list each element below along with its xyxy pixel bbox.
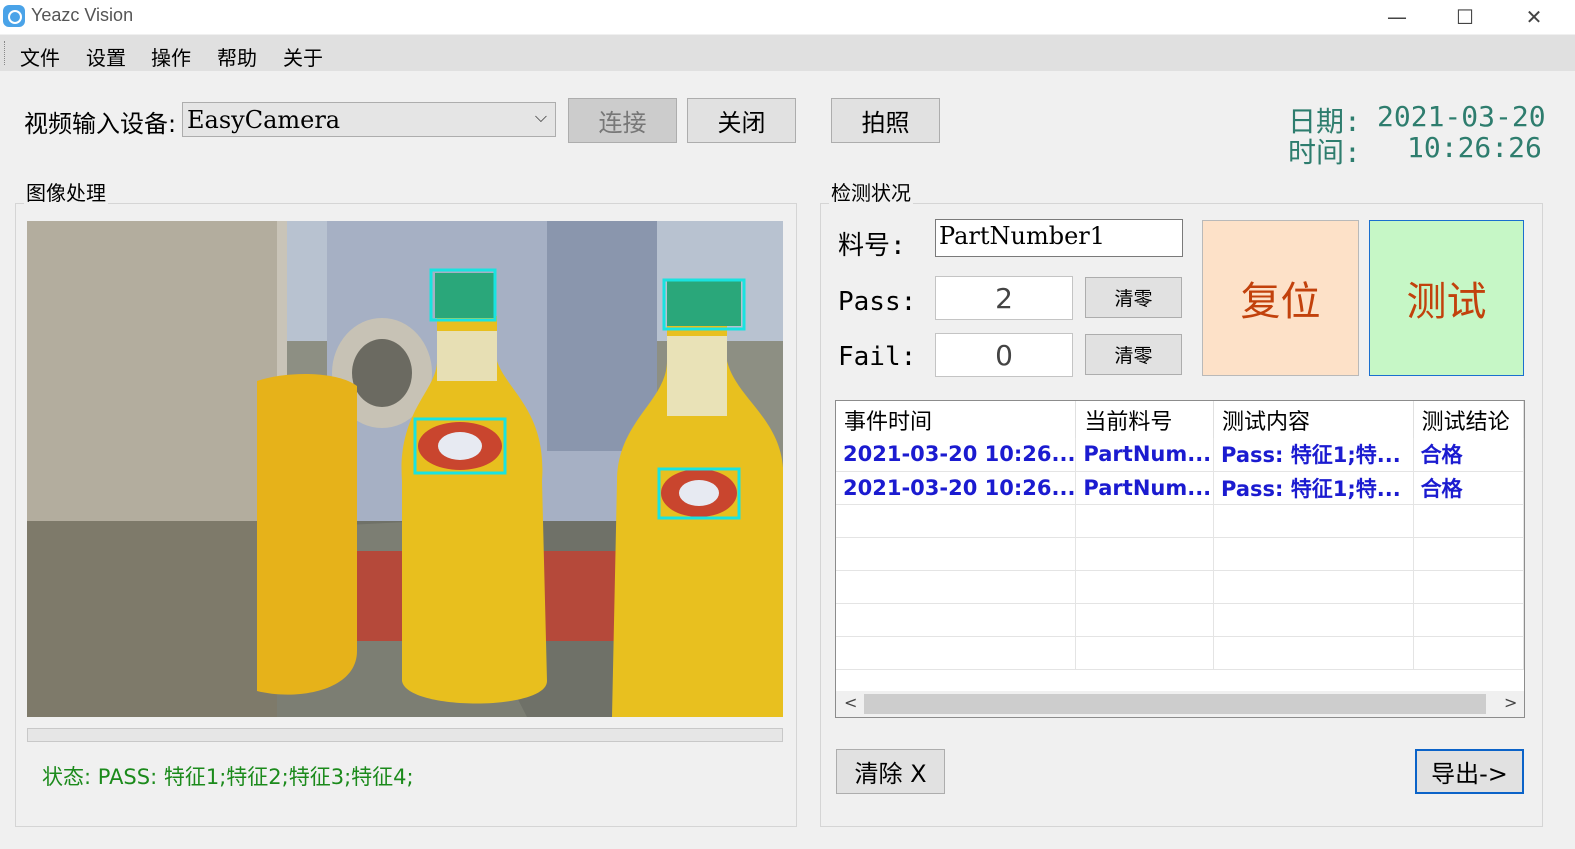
maximize-button[interactable]: ☐ <box>1431 0 1499 34</box>
menu-about[interactable]: 关于 <box>283 42 323 71</box>
empty-row <box>836 504 1524 538</box>
column-header-content[interactable]: 测试内容 <box>1213 401 1414 438</box>
cell-time: 2021-03-20 10:26... <box>836 438 1077 472</box>
cell-time: 2021-03-20 10:26... <box>836 471 1077 505</box>
fail-zero-button[interactable]: 清零 <box>1085 334 1182 375</box>
pass-label: Pass: <box>838 287 917 317</box>
empty-row <box>836 537 1524 571</box>
menu-settings[interactable]: 设置 <box>86 42 126 71</box>
video-device-select[interactable]: EasyCamera ⌵ <box>182 102 556 137</box>
results-grid: 事件时间 当前料号 测试内容 测试结论 2021-03-20 10:26... … <box>835 400 1525 718</box>
empty-row <box>836 636 1524 670</box>
menu-help[interactable]: 帮助 <box>217 42 257 71</box>
part-number-value: PartNumber1 <box>939 222 1106 250</box>
menu-bar: 文件 设置 操作 帮助 关于 <box>0 35 1575 71</box>
pass-zero-button[interactable]: 清零 <box>1085 277 1182 318</box>
status-text: 状态: PASS: 特征1;特征2;特征3;特征4; <box>42 765 414 789</box>
close-camera-button[interactable]: 关闭 <box>687 98 796 143</box>
time-label: 时间: <box>1288 136 1361 169</box>
window-title: Yeazc Vision <box>31 5 134 25</box>
connect-button[interactable]: 连接 <box>568 98 677 143</box>
chevron-down-icon: ⌵ <box>534 107 547 126</box>
close-window-button[interactable]: ✕ <box>1500 0 1568 34</box>
title-bar: Yeazc Vision — ☐ ✕ <box>0 0 1575 34</box>
grid-scrollbar[interactable]: < > <box>836 691 1524 717</box>
scroll-right-icon[interactable]: > <box>1504 693 1517 712</box>
table-row[interactable]: 2021-03-20 10:26... PartNum... Pass: 特征1… <box>836 438 1524 472</box>
scroll-left-icon[interactable]: < <box>844 693 857 712</box>
table-header: 事件时间 当前料号 测试内容 测试结论 <box>836 401 1524 438</box>
test-button[interactable]: 测试 <box>1369 220 1524 376</box>
clear-button[interactable]: 清除 X <box>836 749 945 794</box>
empty-row <box>836 570 1524 604</box>
minimize-button[interactable]: — <box>1363 0 1431 34</box>
image-scrollbar[interactable] <box>27 728 783 742</box>
cell-content: Pass: 特征1;特... <box>1213 471 1414 505</box>
camera-image <box>27 221 783 717</box>
app-icon <box>3 5 25 27</box>
reset-button[interactable]: 复位 <box>1202 220 1359 376</box>
pass-count-field[interactable]: 2 <box>935 276 1073 320</box>
results-table: 事件时间 当前料号 测试内容 测试结论 2021-03-20 10:26... … <box>836 401 1524 670</box>
empty-row <box>836 603 1524 637</box>
cell-content: Pass: 特征1;特... <box>1213 438 1414 472</box>
export-button[interactable]: 导出-> <box>1415 749 1524 794</box>
camera-view <box>27 221 783 717</box>
part-number-label: 料号: <box>838 231 906 261</box>
video-device-value: EasyCamera <box>187 106 341 134</box>
column-header-result[interactable]: 测试结论 <box>1413 401 1524 438</box>
menu-file[interactable]: 文件 <box>20 42 60 71</box>
cell-part: PartNum... <box>1075 438 1215 472</box>
column-header-time[interactable]: 事件时间 <box>836 401 1077 438</box>
cell-result: 合格 <box>1413 471 1524 505</box>
fail-label: Fail: <box>838 342 917 372</box>
photo-button[interactable]: 拍照 <box>831 98 940 143</box>
video-device-label: 视频输入设备: <box>24 110 177 138</box>
cell-result: 合格 <box>1413 438 1524 472</box>
column-header-part[interactable]: 当前料号 <box>1075 401 1215 438</box>
date-value: 2021-03-20 <box>1377 100 1546 133</box>
menu-grip <box>4 41 7 65</box>
table-row[interactable]: 2021-03-20 10:26... PartNum... Pass: 特征1… <box>836 471 1524 505</box>
image-processing-title: 图像处理 <box>24 177 108 206</box>
part-number-input[interactable]: PartNumber1 <box>935 219 1183 257</box>
time-value: 10:26:26 <box>1407 131 1542 164</box>
fail-count-field[interactable]: 0 <box>935 333 1073 377</box>
menu-operate[interactable]: 操作 <box>151 42 191 71</box>
grid-scroll-thumb[interactable] <box>864 694 1486 714</box>
detection-title: 检测状况 <box>829 177 913 206</box>
cell-part: PartNum... <box>1075 471 1215 505</box>
